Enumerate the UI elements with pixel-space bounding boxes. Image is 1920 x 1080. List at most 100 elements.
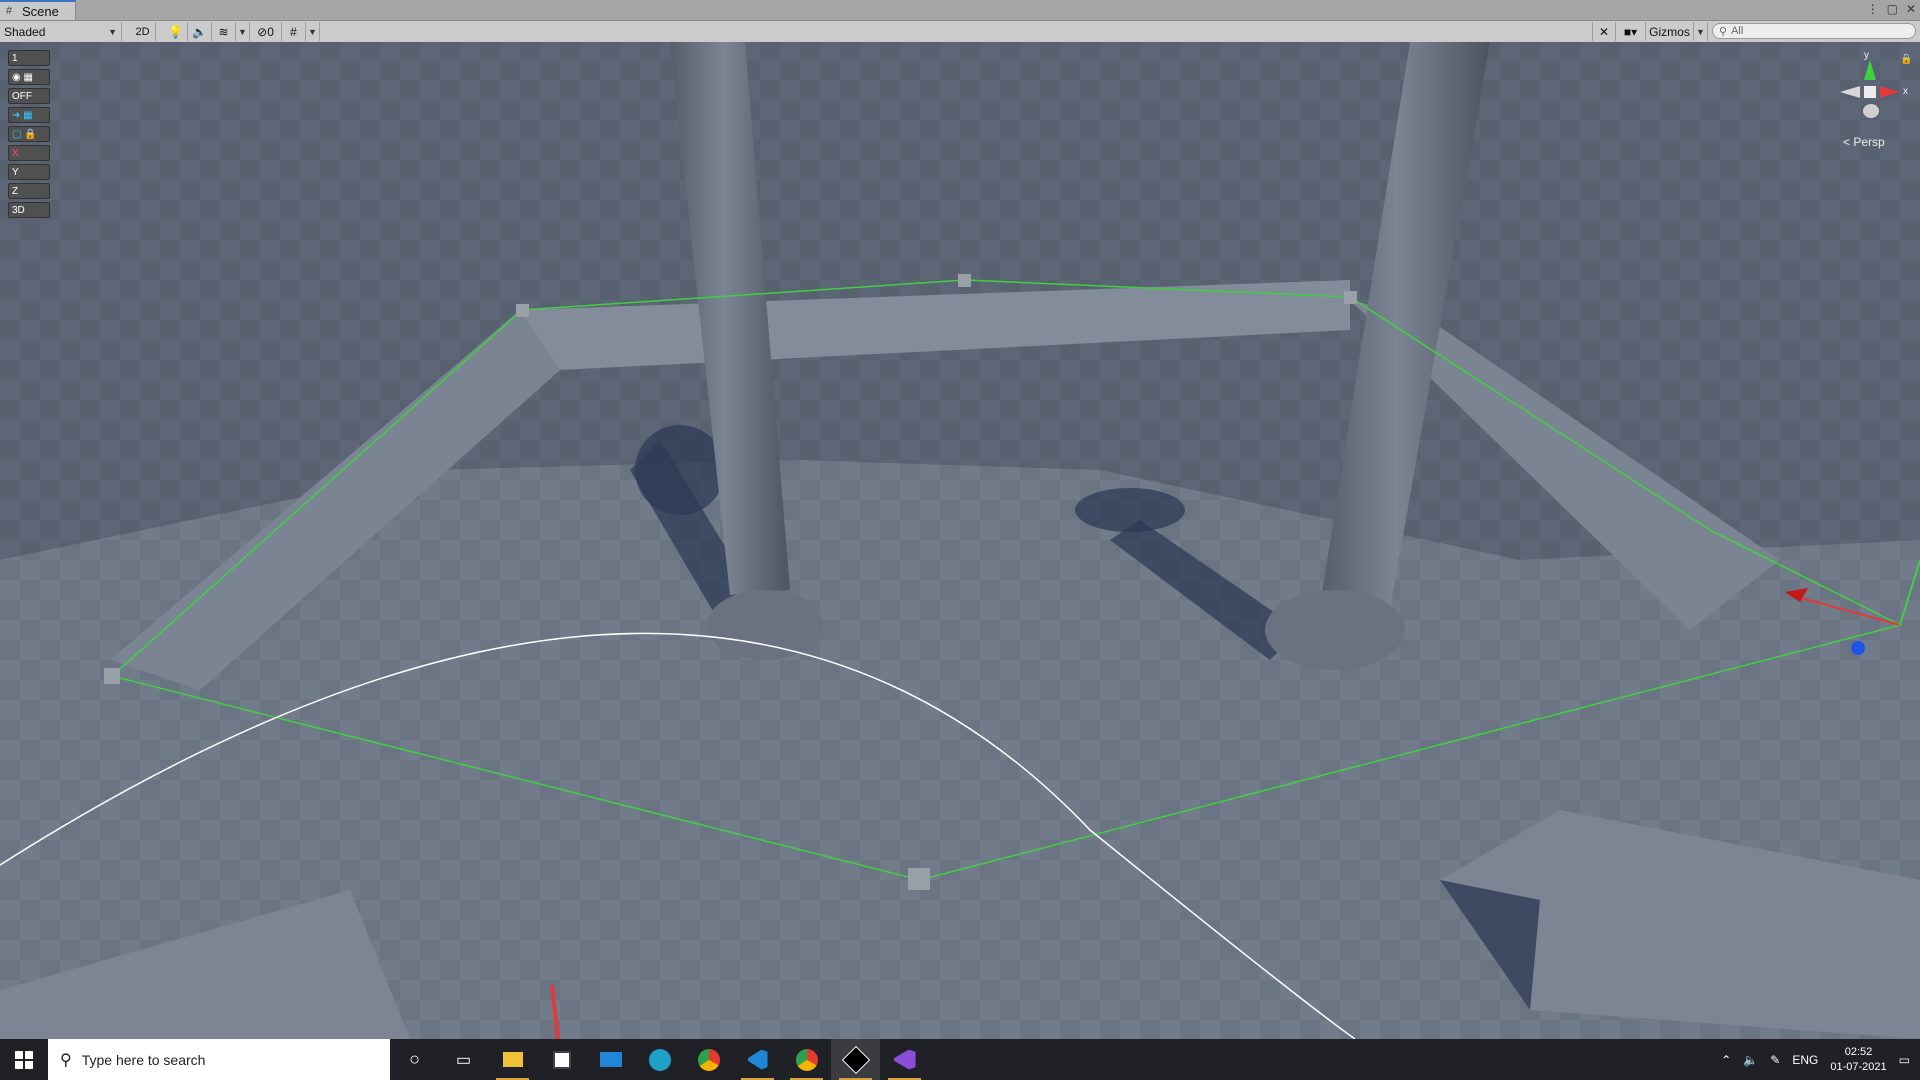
chrome-button-2[interactable]: [782, 1039, 831, 1080]
unity-icon: [841, 1045, 870, 1074]
effects-dropdown[interactable]: ▼: [236, 22, 250, 41]
grid-dropdown[interactable]: ▼: [306, 22, 320, 41]
search-icon: ⚲: [60, 1051, 72, 1069]
camera-settings-button[interactable]: ■▾: [1616, 22, 1646, 41]
chevron-up-icon[interactable]: ⌃: [1721, 1053, 1731, 1067]
pen-icon[interactable]: ✎: [1770, 1053, 1780, 1067]
pillar-left-base: [707, 590, 823, 660]
chrome-icon: [795, 1048, 818, 1071]
chrome-button[interactable]: [684, 1039, 733, 1080]
tab-scene[interactable]: # Scene: [0, 0, 76, 20]
effects-toggle-button[interactable]: ≋: [212, 22, 236, 41]
windows-logo-icon: [15, 1050, 33, 1069]
tab-scene-label: Scene: [22, 3, 59, 19]
z-axis-grid-button[interactable]: Z: [8, 183, 50, 199]
clock[interactable]: 02:52 01-07-2021: [1830, 1045, 1886, 1075]
visibility-eye-icon: ◉ ▦: [12, 71, 33, 83]
scene-icon: #: [6, 5, 13, 17]
waypoint-node[interactable]: [1344, 291, 1357, 304]
unity-button[interactable]: [831, 1039, 880, 1080]
y-axis-grid-button[interactable]: Y: [8, 164, 50, 180]
vscode-icon: [747, 1049, 768, 1070]
cortana-icon: ○: [409, 1049, 420, 1069]
chevron-down-icon: ▼: [108, 26, 117, 37]
cortana-button[interactable]: ○: [390, 1039, 439, 1080]
store-button[interactable]: [537, 1039, 586, 1080]
off-toggle-button[interactable]: OFF: [8, 88, 50, 104]
off-label: OFF: [12, 90, 32, 102]
vscode-button[interactable]: [733, 1039, 782, 1080]
camera-icon: ■▾: [1623, 24, 1638, 39]
grid-icon: #: [290, 24, 297, 39]
lighting-toggle-button[interactable]: 💡: [164, 22, 188, 41]
waypoint-node[interactable]: [908, 868, 930, 890]
3d-mode-button[interactable]: 3D: [8, 202, 50, 218]
tools-button[interactable]: ✕: [1592, 22, 1616, 41]
task-view-button[interactable]: ▭: [439, 1039, 488, 1080]
scale-indicator-label: 1: [12, 52, 18, 64]
chevron-down-icon: ▼: [1696, 26, 1705, 37]
projection-label[interactable]: < Persp: [1843, 135, 1885, 149]
hidden-objects-button[interactable]: ⊘ 0: [250, 22, 282, 41]
lightbulb-icon: 💡: [168, 24, 183, 39]
scene-toolbar: Shaded ▼ 2D 💡 🔈 ≋ ▼ ⊘ 0 # ▼ ✕ ■▾ Gizmos ▼: [0, 21, 1920, 43]
shading-mode-label: Shaded: [4, 24, 46, 39]
effects-icon: ≋: [218, 24, 229, 39]
folder-icon: [502, 1052, 523, 1067]
visibility-toggle-button[interactable]: ◉ ▦: [8, 69, 50, 85]
scene-viewport[interactable]: y x 🔒 < Persp: [0, 42, 1920, 1039]
wrench-icon: ✕: [1598, 24, 1610, 39]
z-axis-label: Z: [12, 185, 19, 197]
arrow-grid-icon: ➜ ▦: [12, 109, 33, 121]
close-icon[interactable]: ✕: [1906, 2, 1916, 16]
grid-toggle-button[interactable]: #: [282, 22, 306, 41]
clock-time: 02:52: [1844, 1045, 1873, 1058]
task-view-icon: ▭: [455, 1051, 472, 1069]
notification-icon[interactable]: ▭: [1899, 1053, 1910, 1067]
x-axis-grid-button[interactable]: X: [8, 145, 50, 161]
start-button[interactable]: [0, 1039, 48, 1080]
scene-search-input[interactable]: ⚲ All: [1712, 23, 1916, 39]
mail-button[interactable]: [586, 1039, 635, 1080]
waypoint-node[interactable]: [516, 304, 529, 317]
store-bag-icon: [552, 1050, 571, 1069]
volume-icon[interactable]: 🔈: [1743, 1053, 1758, 1067]
gizmos-dropdown[interactable]: ▼: [1694, 22, 1708, 41]
visual-studio-button[interactable]: [880, 1039, 929, 1080]
mail-icon: [599, 1052, 622, 1067]
toggle-2d-button[interactable]: 2D: [130, 22, 156, 41]
y-axis-label: Y: [12, 166, 19, 178]
waypoint-node[interactable]: [958, 274, 971, 287]
audio-toggle-button[interactable]: 🔈: [188, 22, 212, 41]
lock-grid-button[interactable]: ▢ 🔒: [8, 126, 50, 142]
hidden-count: 0: [267, 24, 274, 39]
chevron-down-icon: ▼: [308, 26, 317, 37]
eye-slash-icon: ⊘: [257, 24, 268, 39]
snap-move-button[interactable]: ➜ ▦: [8, 107, 50, 123]
windows-taskbar: ⚲ Type here to search ○ ▭: [0, 1039, 1920, 1080]
edge-icon: [648, 1048, 671, 1071]
shading-mode-dropdown[interactable]: Shaded ▼: [0, 22, 122, 41]
z-arrow-icon[interactable]: [1851, 641, 1865, 655]
taskbar-search-placeholder: Type here to search: [81, 1051, 206, 1068]
chrome-icon: [697, 1048, 720, 1071]
neg-y-axis-cone-icon[interactable]: [1863, 104, 1879, 118]
pillar-shadow-right-end: [1075, 488, 1185, 532]
waypoint-node[interactable]: [104, 668, 120, 684]
axis-y-label: y: [1864, 50, 1869, 61]
more-options-icon[interactable]: ⋮: [1867, 2, 1879, 16]
gizmo-lock-icon[interactable]: 🔒: [1900, 53, 1912, 65]
maximize-icon[interactable]: ▢: [1887, 2, 1898, 16]
taskbar-search-input[interactable]: ⚲ Type here to search: [48, 1039, 390, 1080]
gizmos-button[interactable]: Gizmos: [1646, 22, 1694, 41]
search-placeholder: All: [1731, 25, 1744, 37]
scale-indicator-button[interactable]: 1: [8, 50, 50, 66]
scene-tool-palette: 1 ◉ ▦ OFF ➜ ▦ ▢ 🔒 X Y Z 3D: [8, 50, 50, 221]
chevron-down-icon: ▼: [238, 26, 247, 37]
language-indicator[interactable]: ENG: [1792, 1053, 1818, 1067]
gizmo-center-cube[interactable]: [1864, 86, 1876, 98]
speaker-icon: 🔈: [192, 24, 207, 39]
file-explorer-button[interactable]: [488, 1039, 537, 1080]
edge-button[interactable]: [635, 1039, 684, 1080]
